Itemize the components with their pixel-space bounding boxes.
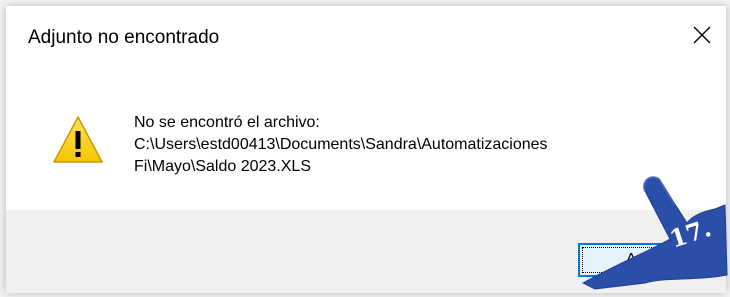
dialog-title: Adjunto no encontrado (28, 27, 220, 48)
ok-button[interactable]: Acep (578, 243, 710, 277)
file-not-found-dialog: Adjunto no encontrado No se encontró el … (6, 6, 726, 293)
message-line-2: C:\Users\estd00413\Documents\Sandra\Auto… (134, 136, 548, 153)
close-icon (693, 26, 711, 44)
ok-button-label: Acep (625, 251, 663, 268)
message-line-3: Fi\Mayo\Saldo 2023.XLS (134, 158, 311, 175)
dialog-footer: Acep (6, 210, 726, 293)
dialog-message: No se encontró el archivo: C:\Users\estd… (134, 112, 548, 178)
dialog-title-bar[interactable]: Adjunto no encontrado (6, 6, 726, 64)
warning-icon (53, 116, 103, 163)
close-button[interactable] (680, 6, 726, 64)
message-line-1: No se encontró el archivo: (134, 114, 320, 131)
